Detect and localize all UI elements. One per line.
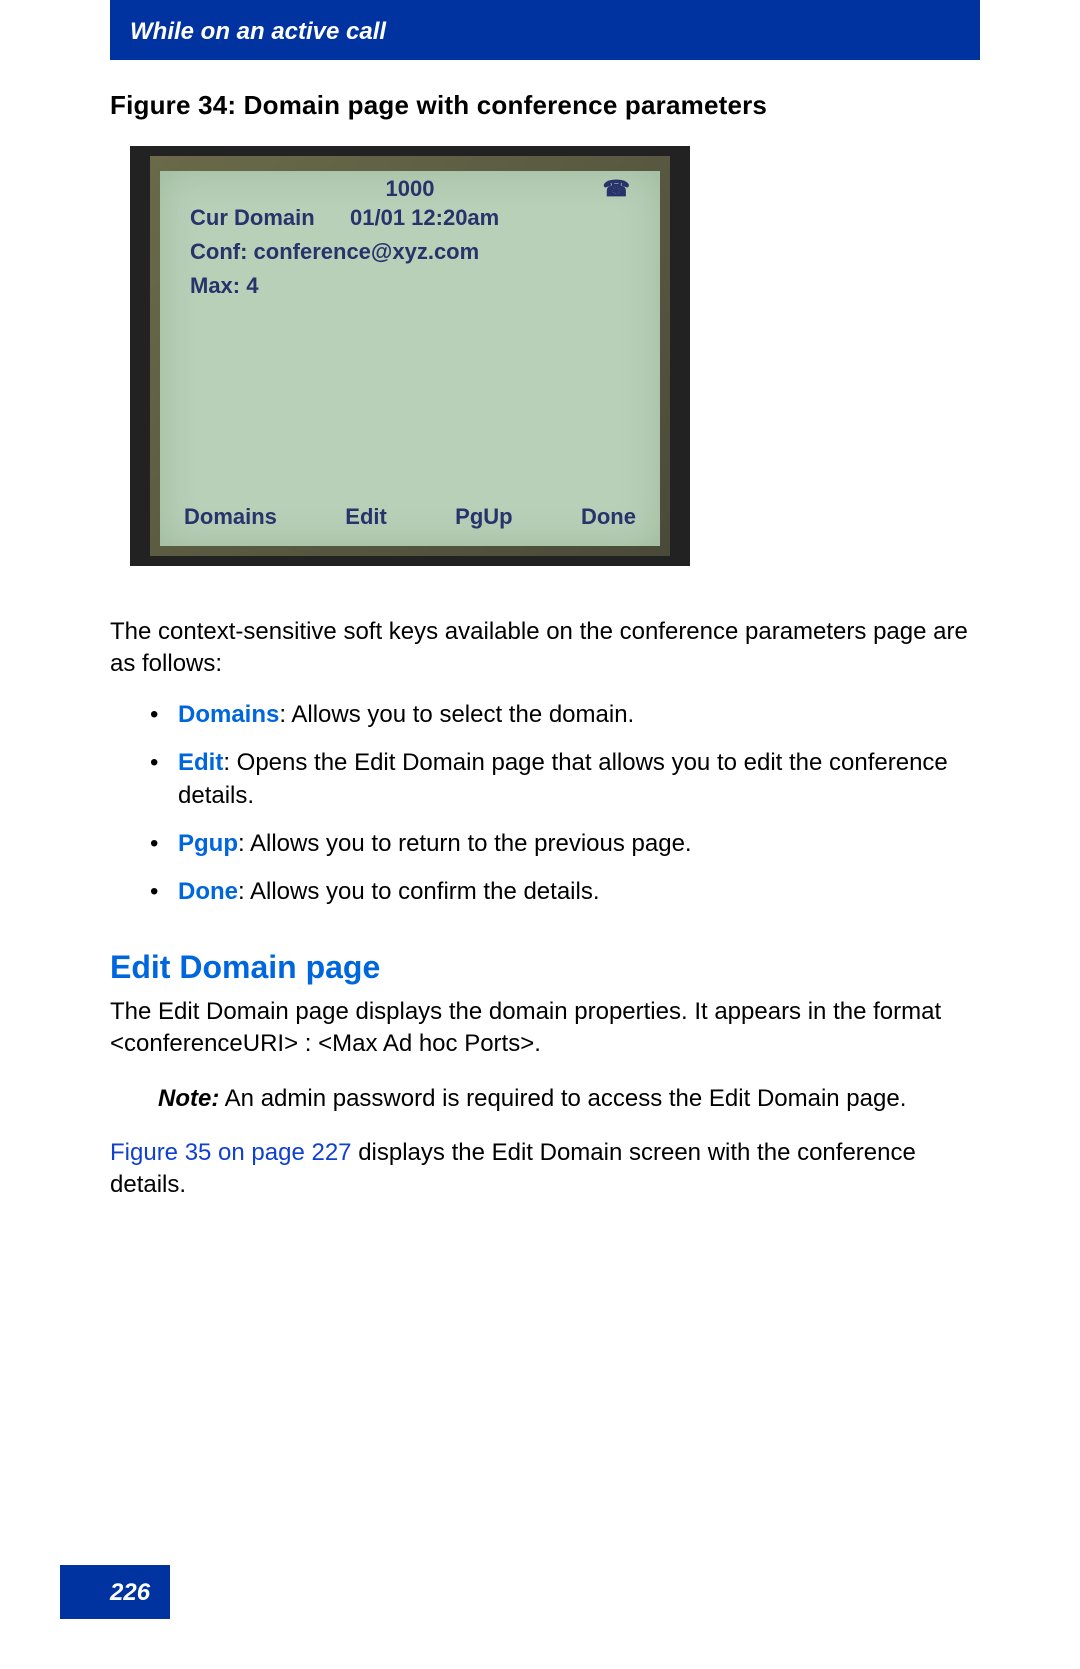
softkey-edit: Edit	[345, 504, 387, 530]
note-block: Note: An admin password is required to a…	[158, 1083, 980, 1115]
section-p1: The Edit Domain page displays the domain…	[110, 996, 980, 1061]
chapter-title: While on an active call	[130, 18, 386, 45]
lcd-row-domain: Cur Domain 01/01 12:20am	[190, 205, 640, 231]
phone-lcd: 1000 ☎ Cur Domain 01/01 12:20am Conf: co…	[160, 171, 660, 546]
lcd-extension: 1000	[386, 176, 435, 202]
page-number-box: 226	[60, 1565, 170, 1619]
term-pgup: Pgup	[178, 830, 238, 857]
list-item: Edit: Opens the Edit Domain page that al…	[150, 747, 980, 812]
desc-pgup: : Allows you to return to the previous p…	[238, 830, 692, 857]
phone-bezel: 1000 ☎ Cur Domain 01/01 12:20am Conf: co…	[150, 156, 670, 556]
softkey-domains: Domains	[184, 504, 277, 530]
softkey-done: Done	[581, 504, 636, 530]
softkey-list: Domains: Allows you to select the domain…	[110, 699, 980, 909]
softkey-pgup: PgUp	[455, 504, 512, 530]
section-p2: Figure 35 on page 227 displays the Edit …	[110, 1137, 980, 1202]
note-body: An admin password is required to access …	[219, 1085, 906, 1112]
figure-caption: Figure 34: Domain page with conference p…	[110, 90, 980, 121]
lcd-softkey-row: Domains Edit PgUp Done	[180, 504, 640, 536]
lcd-row-max: Max: 4	[190, 273, 640, 299]
desc-done: : Allows you to confirm the details.	[238, 878, 600, 905]
section-heading: Edit Domain page	[110, 949, 980, 986]
phone-icon: ☎	[603, 176, 630, 202]
list-item: Done: Allows you to confirm the details.	[150, 876, 980, 908]
page-number: 226	[110, 1579, 150, 1606]
cross-reference-link[interactable]: Figure 35 on page 227	[110, 1139, 352, 1166]
term-domains: Domains	[178, 701, 279, 728]
lcd-datetime: 01/01 12:20am	[350, 205, 499, 231]
lcd-cur-domain-label: Cur Domain	[190, 205, 350, 231]
list-item: Pgup: Allows you to return to the previo…	[150, 828, 980, 860]
term-done: Done	[178, 878, 238, 905]
note-label: Note:	[158, 1085, 219, 1112]
desc-domains: : Allows you to select the domain.	[279, 701, 634, 728]
intro-paragraph: The context-sensitive soft keys availabl…	[110, 616, 980, 681]
lcd-row-conf: Conf: conference@xyz.com	[190, 239, 640, 265]
phone-photo: 1000 ☎ Cur Domain 01/01 12:20am Conf: co…	[130, 146, 690, 566]
desc-edit: : Opens the Edit Domain page that allows…	[178, 749, 948, 808]
chapter-header: While on an active call	[110, 0, 980, 60]
list-item: Domains: Allows you to select the domain…	[150, 699, 980, 731]
document-page: While on an active call Figure 34: Domai…	[0, 0, 1080, 1202]
lcd-spacer	[180, 303, 640, 504]
term-edit: Edit	[178, 749, 223, 776]
